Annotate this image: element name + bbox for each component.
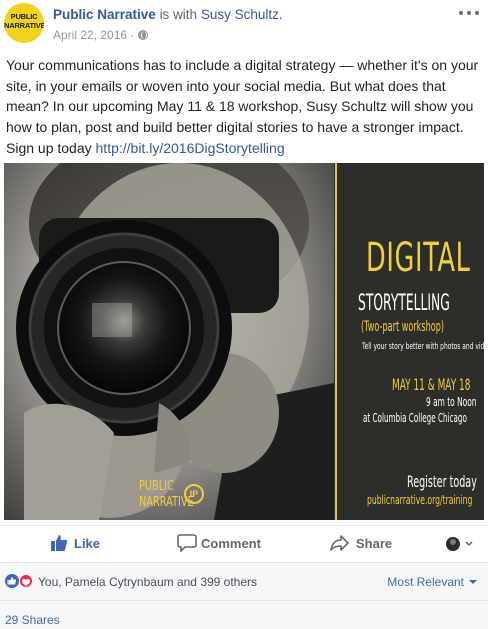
post-meta: April 22, 2016 · — [53, 28, 149, 42]
post-image[interactable]: DIGITAL STORYTELLING (Two-part workshop)… — [4, 163, 484, 520]
watermark-badge: IP — [184, 484, 204, 504]
like-label: Like — [74, 536, 101, 551]
poster-title-digital: DIGITAL — [366, 235, 471, 281]
poster-dates: MAY 11 & MAY 18 — [392, 375, 471, 394]
is-with-text: is with — [159, 7, 198, 22]
page-avatar[interactable]: PUBLIC NARRATIVE — [4, 3, 44, 43]
post-link[interactable]: http://bit.ly/2016DigStorytelling — [96, 140, 285, 156]
reactions-bar: You, Pamela Cytrynbaum and 399 others Mo… — [0, 562, 488, 600]
globe-icon — [138, 30, 149, 40]
thumbs-up-icon — [51, 535, 68, 551]
shares-count-link[interactable]: 29 Shares — [5, 613, 60, 627]
avatar-logo: PUBLIC NARRATIVE — [4, 12, 44, 30]
reactions-summary[interactable]: You, Pamela Cytrynbaum and 399 others — [38, 575, 257, 589]
post-header: PUBLIC NARRATIVE Public Narrative is wit… — [0, 0, 488, 52]
page-name-link[interactable]: Public Narrative — [53, 7, 156, 22]
comment-sort-dropdown[interactable]: Most Relevant — [387, 575, 477, 589]
shares-bar: 29 Shares — [0, 600, 488, 629]
poster-title-storytelling: STORYTELLING — [358, 291, 450, 316]
poster-divider — [335, 163, 337, 520]
avatar-line2: NARRATIVE — [4, 21, 44, 30]
love-reaction-icon — [19, 574, 33, 588]
more-options-icon[interactable] — [458, 8, 480, 18]
poster-text: DIGITAL STORYTELLING (Two-part workshop)… — [342, 163, 484, 520]
poster-url: publicnarrative.org/training — [367, 493, 473, 507]
poster-register: Register today — [407, 472, 477, 491]
author-line: Public Narrative is with Susy Schultz. — [53, 7, 283, 22]
poster-time: 9 am to Noon — [426, 395, 477, 409]
poster-subtitle: (Two-part workshop) — [361, 319, 445, 335]
action-bar: Like Comment Share — [0, 525, 488, 561]
comment-icon — [177, 534, 197, 552]
poster-venue: at Columbia College Chicago — [363, 411, 467, 425]
comment-label: Comment — [201, 536, 261, 551]
share-icon — [330, 535, 349, 551]
post-body: Your communications has to include a dig… — [6, 55, 484, 159]
poster-tagline: Tell your story better with photos and v… — [362, 342, 484, 352]
like-reaction-icon — [5, 574, 19, 588]
share-label: Share — [356, 536, 393, 551]
tagged-person-link[interactable]: Susy Schultz. — [201, 7, 283, 22]
photographer-camera-image — [16, 163, 334, 520]
avatar-line1: PUBLIC — [10, 12, 38, 21]
reaction-picker[interactable] — [444, 534, 474, 554]
post-date-link[interactable]: April 22, 2016 · — [53, 28, 134, 42]
profile-reaction-icon — [446, 537, 473, 551]
